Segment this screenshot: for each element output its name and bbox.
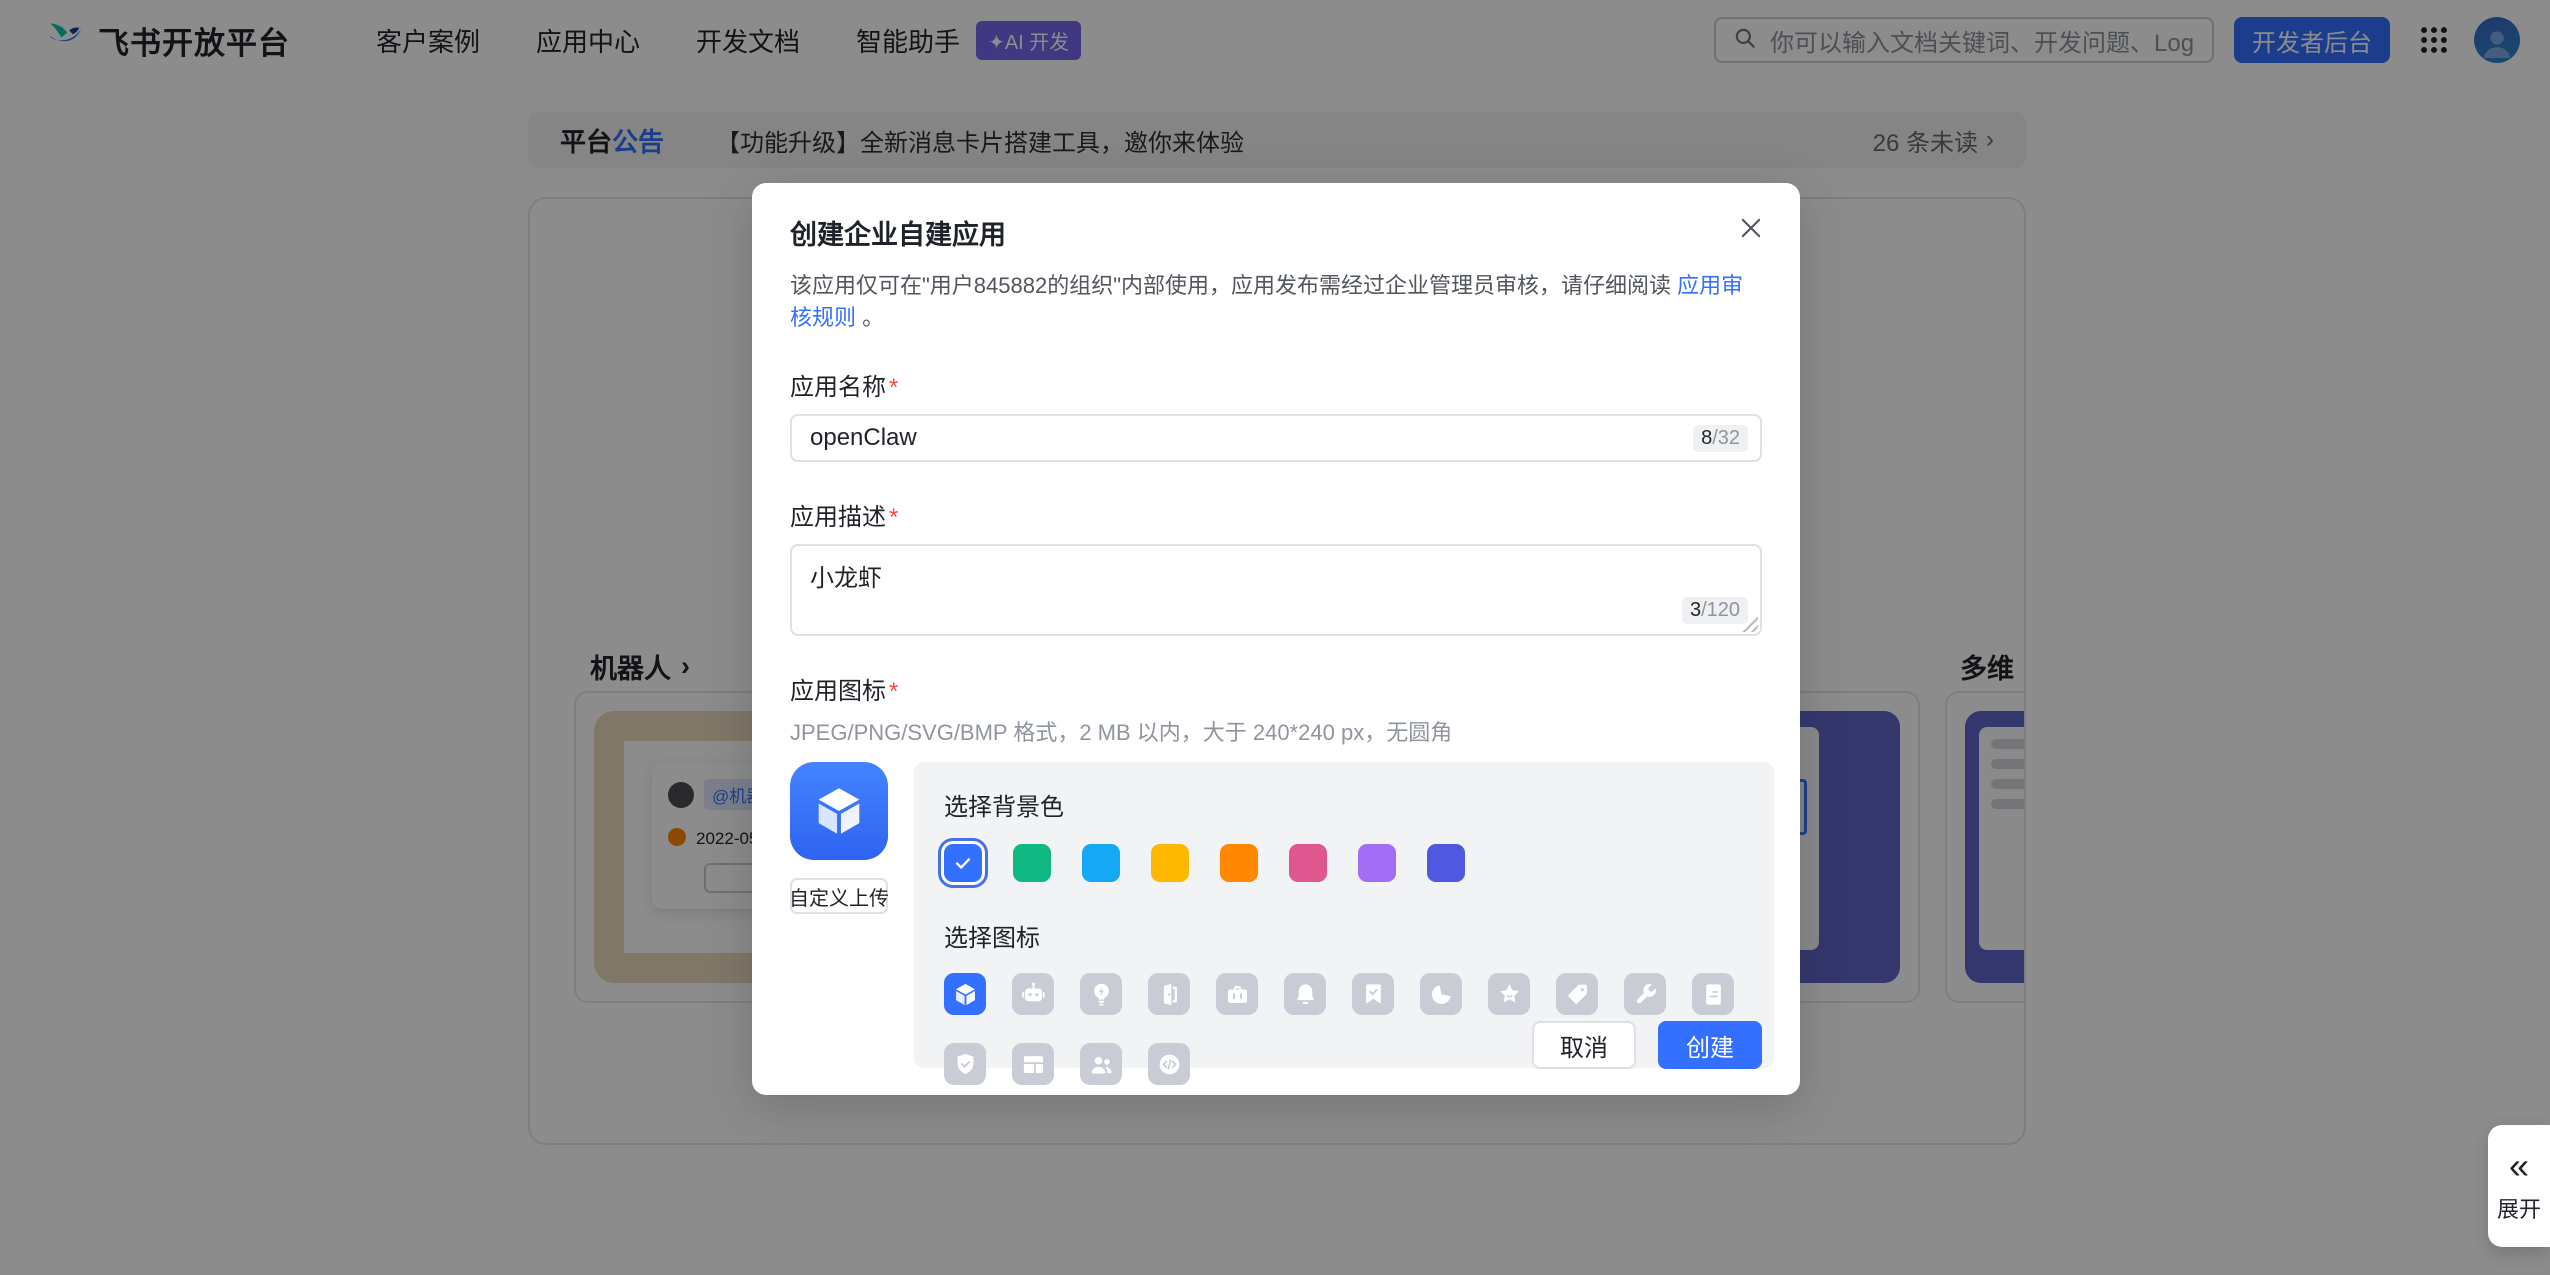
icon-section-title: 选择图标 <box>944 925 1040 952</box>
icon-option-pie[interactable] <box>1420 973 1462 1015</box>
icon-option-briefcase[interactable] <box>1216 973 1258 1015</box>
modal-title: 创建企业自建应用 <box>790 220 1006 250</box>
cancel-button[interactable]: 取消 <box>1532 1021 1636 1069</box>
create-button[interactable]: 创建 <box>1658 1021 1762 1069</box>
bg-color-swatches <box>944 844 1744 882</box>
required-asterisk: * <box>889 678 899 705</box>
create-app-modal: 创建企业自建应用 该应用仅可在"用户845882的组织"内部使用，应用发布需经过… <box>752 183 1800 1095</box>
app-name-label: 应用名称 * <box>790 374 899 401</box>
app-desc-label: 应用描述 * <box>790 504 899 531</box>
color-swatch-blue[interactable] <box>944 844 982 882</box>
expand-label: 展开 <box>2496 1197 2541 1222</box>
icon-option-robot[interactable] <box>1012 973 1054 1015</box>
color-swatch-sky[interactable] <box>1082 844 1120 882</box>
icon-option-star[interactable] <box>1488 973 1530 1015</box>
color-swatch-orange[interactable] <box>1220 844 1258 882</box>
icon-option-bookmark[interactable] <box>1352 973 1394 1015</box>
color-swatch-pink[interactable] <box>1289 844 1327 882</box>
icon-option-code[interactable] <box>1148 1043 1190 1085</box>
custom-upload-button[interactable]: 自定义上传 <box>789 878 889 914</box>
icon-option-wrench[interactable] <box>1624 973 1666 1015</box>
icon-option-tag[interactable] <box>1556 973 1598 1015</box>
textarea-resize-handle[interactable] <box>1742 616 1758 632</box>
icon-option-bell[interactable] <box>1284 973 1326 1015</box>
name-char-counter: 8/32 <box>1693 424 1748 452</box>
icon-option-shield[interactable] <box>944 1043 986 1085</box>
required-asterisk: * <box>889 374 899 401</box>
icon-option-users[interactable] <box>1080 1043 1122 1085</box>
icon-option-bulb[interactable] <box>1080 973 1122 1015</box>
color-swatch-purple[interactable] <box>1358 844 1396 882</box>
icon-format-hint: JPEG/PNG/SVG/BMP 格式，2 MB 以内，大于 240*240 p… <box>790 720 1453 745</box>
bg-color-section-title: 选择背景色 <box>944 794 1064 821</box>
modal-description: 该应用仅可在"用户845882的组织"内部使用，应用发布需经过企业管理员审核，请… <box>790 273 1744 330</box>
app-icon-preview <box>790 762 888 860</box>
desc-char-counter: 3/120 <box>1681 597 1748 624</box>
icon-option-doc[interactable] <box>1692 973 1734 1015</box>
app-name-input[interactable]: openClaw 8/32 <box>790 414 1762 462</box>
icon-option-door[interactable] <box>1148 973 1190 1015</box>
required-asterisk: * <box>889 504 899 531</box>
expand-sidebar-tab[interactable]: « 展开 <box>2488 1125 2550 1247</box>
app-name-value: openClaw <box>810 424 917 451</box>
double-chevron-left-icon: « <box>2508 1145 2530 1186</box>
color-swatch-indigo[interactable] <box>1427 844 1465 882</box>
app-icon-label: 应用图标 * <box>790 678 899 705</box>
app-desc-textarea[interactable]: 小龙虾 3/120 <box>790 544 1762 636</box>
app-desc-value: 小龙虾 <box>810 565 882 592</box>
modal-footer: 取消 创建 <box>1532 1021 1762 1069</box>
color-swatch-green[interactable] <box>1013 844 1051 882</box>
icon-option-layout[interactable] <box>1012 1043 1054 1085</box>
close-icon[interactable] <box>1732 209 1770 247</box>
icon-option-cube[interactable] <box>944 973 986 1015</box>
color-swatch-yellow[interactable] <box>1151 844 1189 882</box>
